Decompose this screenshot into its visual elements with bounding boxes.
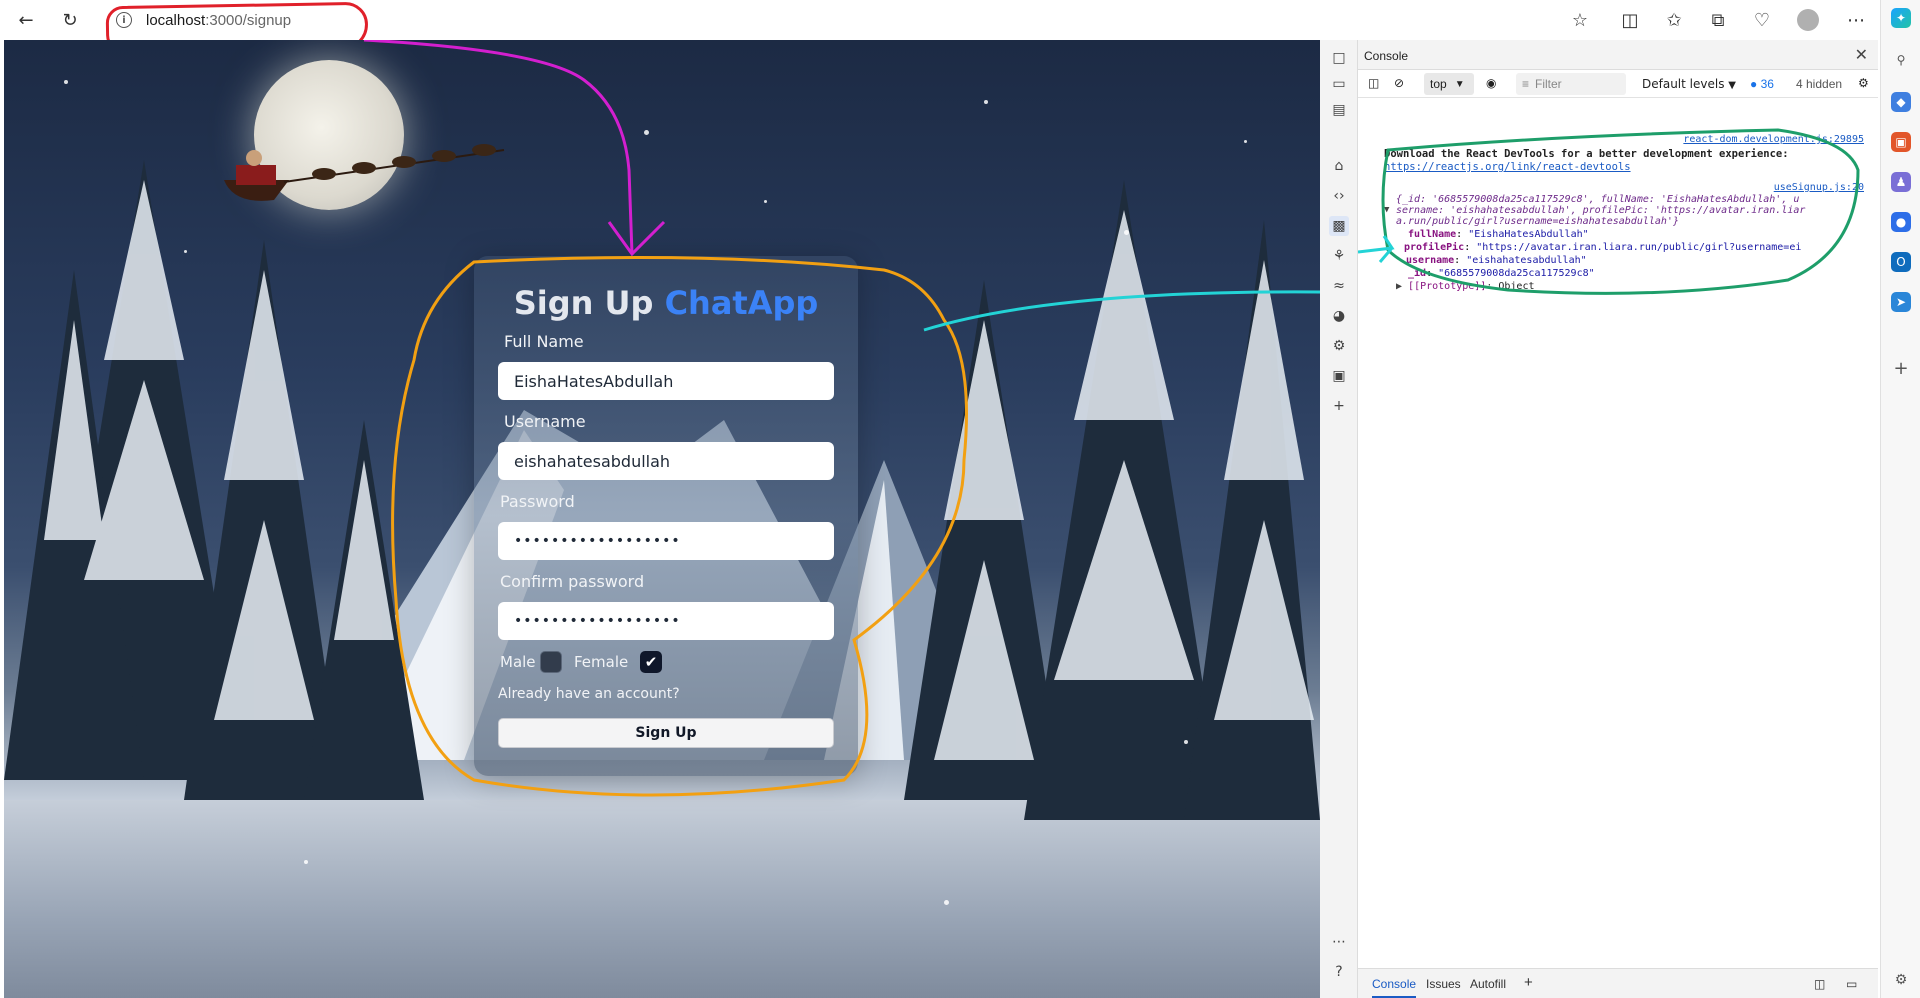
tab-autofill[interactable]: Autofill [1470,977,1506,991]
dock-drawer-icon[interactable]: ◫ [1814,977,1825,991]
elements-icon[interactable]: ‹› [1329,186,1349,206]
favorite-star-icon[interactable]: ☆ [1566,6,1594,34]
annotation-green-circle [1358,128,1860,295]
devtools-console-panel: Console ✕ ◫ ⊘ top ▼ ◉ ≡ Filter Default lev… [1358,40,1878,998]
add-tool-icon[interactable]: + [1329,396,1349,416]
add-tab-icon[interactable]: + [1524,974,1533,991]
copilot-icon[interactable]: ✦ [1891,8,1911,28]
add-sidebar-app-icon[interactable]: + [1891,358,1911,379]
profile-avatar[interactable] [1794,6,1822,34]
sources-bug-icon[interactable]: ⚘ [1329,246,1349,266]
performance-icon[interactable]: ◕ [1329,306,1349,326]
console-icon[interactable]: ▩ [1329,216,1349,236]
devtools-drawer-tabs: Console Issues Autofill + ◫ ▭ [1358,968,1878,998]
application-icon[interactable]: ▣ [1329,366,1349,386]
device-emulation-icon[interactable]: ▭ [1329,74,1349,94]
devtools-activity-bar: □ ▭ ▤ ⌂ ‹› ▩ ⚘ ≈ ◕ ⚙ ▣ + ⋯ ? [1320,40,1358,998]
network-wifi-icon[interactable]: ≈ [1329,276,1349,296]
microsoft-365-icon[interactable]: ● [1891,212,1911,232]
back-icon[interactable]: ← [12,6,40,34]
settings-gear-icon[interactable]: ⚙ [1329,336,1349,356]
browser-essentials-icon[interactable]: ♡ [1748,6,1776,34]
more-menu-icon[interactable]: ⋯ [1842,6,1870,34]
tab-console[interactable]: Console [1372,977,1417,998]
collections-icon[interactable]: ⧉ [1704,6,1732,34]
edge-sidebar: ✦ ⚲ ◆ ▣ ♟ ● O ➤ + ⚙ [1880,0,1920,998]
sidebar-settings-icon[interactable]: ⚙ [1891,970,1911,990]
games-icon[interactable]: ♟ [1891,172,1911,192]
favorites-icon[interactable]: ✩ [1660,6,1688,34]
shopping-tag-icon[interactable]: ◆ [1891,92,1911,112]
help-icon[interactable]: ? [1329,962,1349,982]
outlook-icon[interactable]: O [1891,252,1911,272]
more-tools-icon[interactable]: ⋯ [1329,932,1349,952]
tab-issues[interactable]: Issues [1426,977,1461,991]
panel-layout-icon[interactable]: ▤ [1329,100,1349,120]
close-drawer-icon[interactable]: ▭ [1846,977,1857,991]
send-icon[interactable]: ➤ [1891,292,1911,312]
refresh-icon[interactable]: ↻ [56,6,84,34]
browser-toolbar: ← ↻ i localhost:3000/signup ☆ ◫ ✩ ⧉ ♡ ⋯ [0,0,1920,55]
search-icon[interactable]: ⚲ [1891,50,1911,70]
annotation-overlay [363,40,1320,797]
page-viewport: Sign Up ChatApp Full Name EishaHatesAbdu… [4,40,1320,998]
welcome-home-icon[interactable]: ⌂ [1329,156,1349,176]
tools-briefcase-icon[interactable]: ▣ [1891,132,1911,152]
inspect-icon[interactable]: □ [1329,48,1349,68]
split-screen-icon[interactable]: ◫ [1616,6,1644,34]
